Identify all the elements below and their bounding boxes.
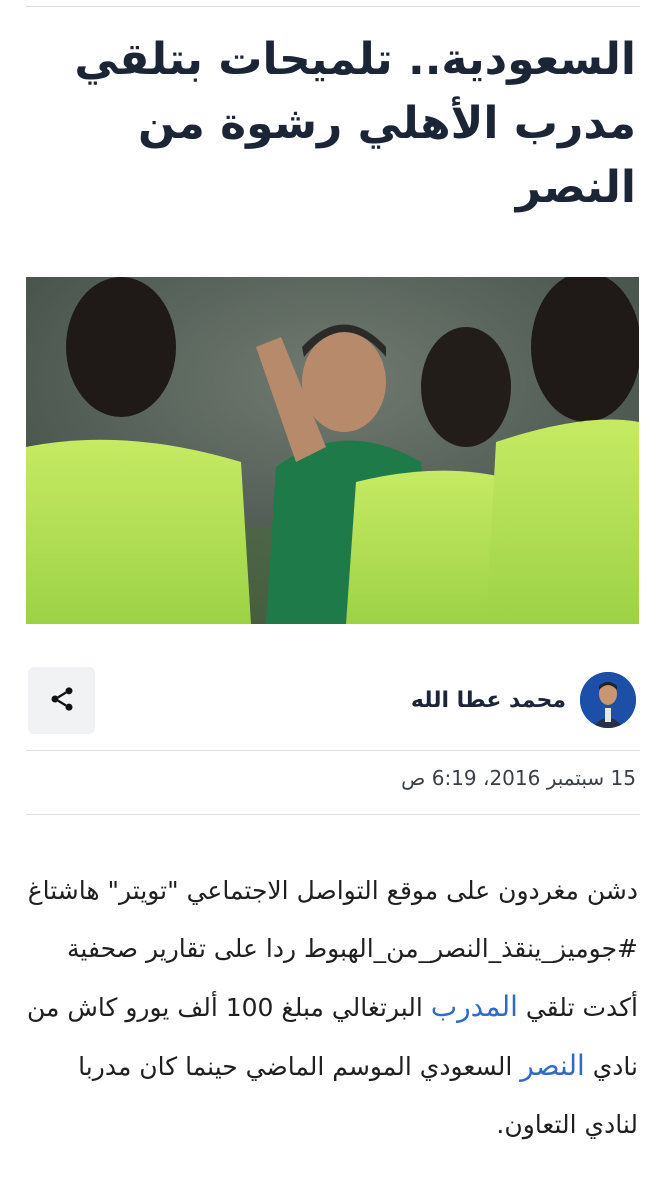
body-link-alnassr[interactable]: النصر [520, 1049, 585, 1082]
meta-divider-top [26, 750, 640, 751]
author-byline[interactable]: محمد عطا الله [411, 670, 636, 730]
body-link-coach[interactable]: المدرب [431, 990, 518, 1023]
author-name[interactable]: محمد عطا الله [411, 688, 566, 713]
top-divider [26, 6, 640, 7]
meta-divider-bottom [26, 814, 640, 815]
article-title: السعودية.. تلميحات بتلقي مدرب الأهلي رشو… [74, 34, 636, 213]
article-hero-image [26, 277, 639, 624]
article-body: دشن مغردون على موقع التواصل الاجتماعي "ت… [26, 862, 638, 1154]
share-icon [48, 685, 76, 717]
publish-date: 15 سبتمبر 2016، 6:19 ص [401, 766, 636, 790]
share-button[interactable] [28, 667, 95, 734]
author-avatar[interactable] [580, 672, 636, 728]
